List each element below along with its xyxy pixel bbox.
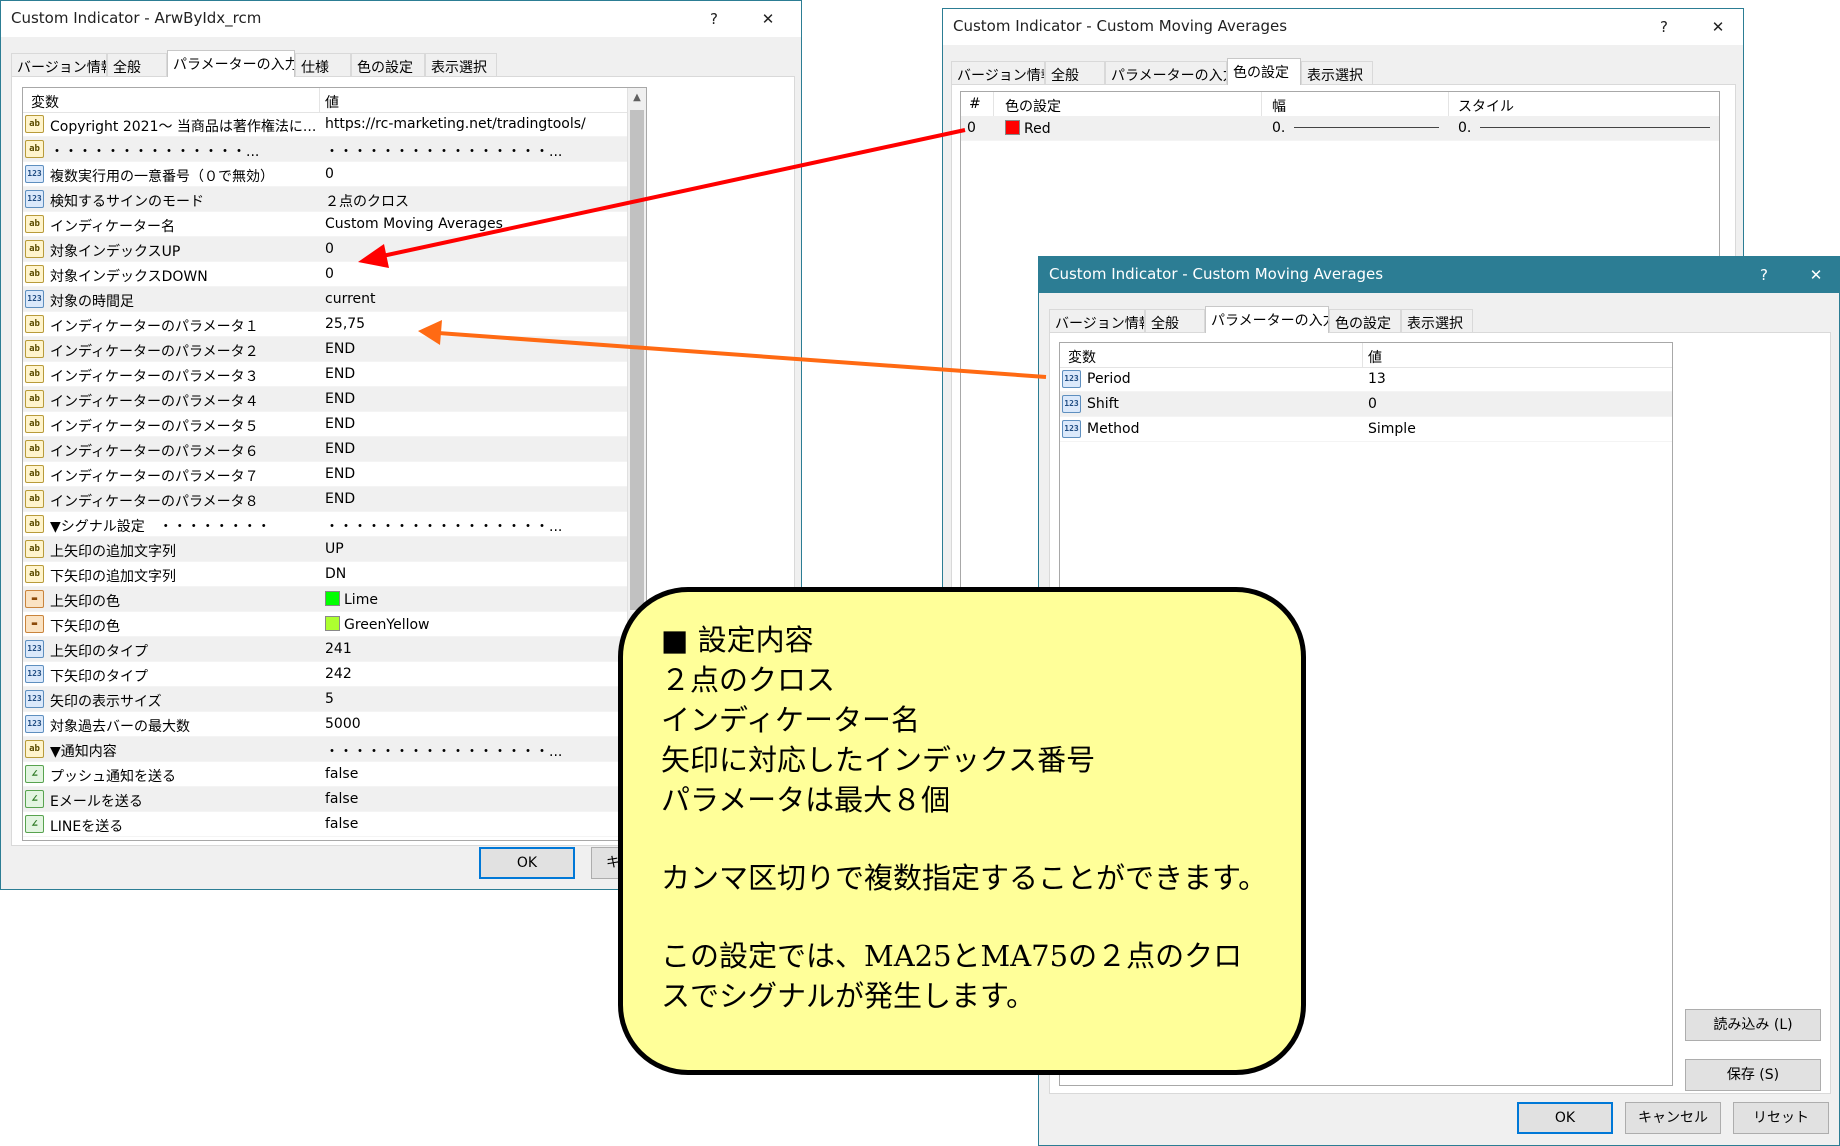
callout-line-indicator: インディケーター名 (661, 703, 920, 737)
tab-parameters[interactable]: パラメーターの入力 (167, 50, 295, 77)
tab-parameters[interactable]: パラメーターの入力 (1205, 306, 1329, 333)
tab-color-settings[interactable]: 色の設定 (1227, 58, 1301, 85)
settings-note-callout: ■ 設定内容 ２点のクロス インディケーター名 矢印に対応したインデックス番号 … (618, 587, 1306, 1075)
callout-line-max-params: パラメータは最大８個 (661, 783, 951, 817)
callout-line-index: 矢印に対応したインデックス番号 (661, 743, 1096, 777)
callout-line-example: この設定では、MA25とMA75の２点のクロスでシグナルが発生します。 (661, 939, 1243, 1013)
orange-arrow-head (418, 320, 442, 345)
red-arrow-head (358, 244, 389, 268)
callout-heading: ■ 設定内容 (661, 623, 814, 657)
callout-line-cross: ２点のクロス (661, 663, 836, 697)
orange-arrow-line (437, 331, 1047, 379)
callout-line-comma: カンマ区切りで複数指定することができます。 (661, 861, 1268, 895)
red-arrow-line (377, 128, 966, 259)
